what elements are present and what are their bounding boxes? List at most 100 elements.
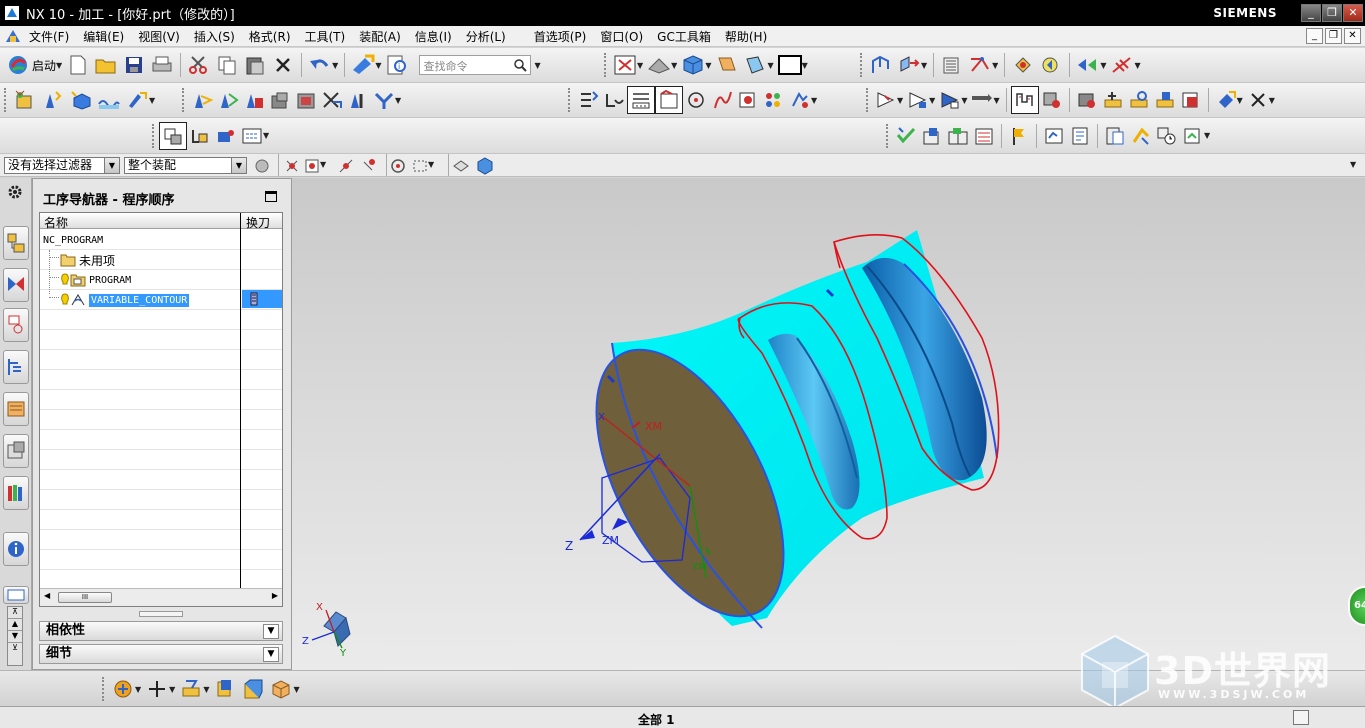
edit-section-icon[interactable] (713, 51, 741, 79)
check-icon[interactable] (893, 122, 919, 150)
create-tool-icon[interactable] (39, 86, 67, 114)
point-icon[interactable] (683, 86, 709, 114)
menu-help[interactable]: 帮助(H) (718, 28, 774, 45)
verify-toolpath-icon[interactable] (267, 86, 293, 114)
output-cls-icon[interactable] (371, 86, 397, 114)
operation-navigator-tab[interactable] (3, 226, 29, 260)
postprocess-icon[interactable] (319, 86, 345, 114)
wcs-dynamics-icon[interactable] (177, 675, 205, 703)
document-icon[interactable] (1067, 122, 1093, 150)
doc-minimize-button[interactable]: _ (1306, 28, 1323, 44)
menu-preferences[interactable]: 首选项(P) (527, 28, 594, 45)
wcs-icon[interactable] (867, 51, 895, 79)
constraint-icon[interactable] (966, 51, 994, 79)
resource-bar-scroller[interactable]: ⊼ ▲ ▼ ⊻ (7, 606, 23, 666)
gauge-icon[interactable] (1041, 122, 1067, 150)
menu-assemblies[interactable]: 装配(A) (352, 28, 408, 45)
chevron-down-icon[interactable]: ▼ (263, 624, 279, 639)
scroll-up-icon[interactable]: ▲ (8, 619, 22, 631)
menu-insert[interactable]: 插入(S) (187, 28, 242, 45)
machine-navigator-tab[interactable] (3, 268, 29, 302)
machining-time-icon[interactable] (1154, 122, 1180, 150)
object-display-icon[interactable] (1039, 86, 1065, 114)
dependencies-panel[interactable]: 相依性 ▼ (39, 621, 283, 641)
filterbar-overflow[interactable]: ▼ (1350, 160, 1356, 169)
paste-object-icon[interactable] (969, 86, 995, 114)
tool-list-icon[interactable] (919, 122, 945, 150)
show-hide-icon[interactable] (1074, 51, 1102, 79)
graphics-window[interactable]: XM X YM ZM Z X Y Z (292, 178, 1365, 670)
orient-view-icon[interactable] (645, 51, 673, 79)
feeds-speeds-icon[interactable] (1100, 86, 1126, 114)
time-edit-icon[interactable] (1128, 122, 1154, 150)
generate-toolpath-icon[interactable] (189, 86, 215, 114)
maximize-panel-button[interactable] (265, 191, 277, 202)
non-cutting-moves-icon[interactable] (1152, 86, 1178, 114)
scroll-down-icon[interactable]: ▼ (8, 631, 22, 643)
workpiece-icon[interactable] (239, 122, 265, 150)
create-program-icon[interactable] (11, 86, 39, 114)
tree-row-program[interactable]: PROGRAM (60, 271, 131, 289)
menu-app-icon[interactable] (4, 28, 22, 44)
select-all-icon[interactable] (390, 158, 406, 174)
selection-mode-icon[interactable] (109, 675, 137, 703)
close-button[interactable]: ✕ (1343, 4, 1363, 22)
menu-view[interactable]: 视图(V) (131, 28, 187, 45)
end-point-icon[interactable] (304, 158, 320, 174)
scroll-right-icon[interactable]: ▶ (272, 591, 278, 600)
tree-row-nc-program[interactable]: NC_PROGRAM (43, 231, 103, 249)
part-navigator-tab[interactable] (3, 350, 29, 384)
tool-path-edit-icon[interactable] (1074, 86, 1100, 114)
cutting-parameters-icon[interactable] (1126, 86, 1152, 114)
menu-gc-toolkits[interactable]: GC工具箱 (650, 28, 718, 45)
flag-icon[interactable] (1006, 122, 1032, 150)
gear-icon[interactable] (7, 184, 23, 200)
roles-tab[interactable] (3, 476, 29, 510)
details-panel[interactable]: 细节 ▼ (39, 644, 283, 664)
minimize-button[interactable]: _ (1301, 4, 1321, 22)
create-geometry-icon[interactable] (67, 86, 95, 114)
menu-window[interactable]: 窗口(O) (593, 28, 650, 45)
fit-view-icon[interactable] (611, 51, 639, 79)
menu-analysis[interactable]: 分析(L) (459, 28, 513, 45)
menu-information[interactable]: 信息(I) (408, 28, 459, 45)
dimension-icon[interactable] (1108, 51, 1136, 79)
scroll-left-icon[interactable]: ◀ (44, 591, 50, 600)
component-filter-icon[interactable] (254, 158, 270, 174)
repeat-command-icon[interactable] (349, 51, 377, 79)
machine-tool-view-icon[interactable] (601, 86, 627, 114)
column-tool-change-header[interactable]: 换刀 (246, 214, 270, 231)
command-finder-icon[interactable]: i (383, 51, 411, 79)
start-button[interactable]: 启动 (32, 57, 56, 74)
open-folder-icon[interactable] (92, 51, 120, 79)
menu-edit[interactable]: 编辑(E) (76, 28, 131, 45)
scope-dropdown[interactable]: 整个装配 ▼ (124, 157, 247, 174)
save-icon[interactable] (120, 51, 148, 79)
assembly-navigator-icon[interactable] (938, 51, 966, 79)
machining-feature-navigator-tab[interactable] (3, 308, 29, 342)
search-command-input[interactable]: 查找命令 (419, 55, 532, 75)
3d-part-model[interactable]: XM X YM ZM Z X Y Z (292, 178, 1365, 670)
delete-icon[interactable] (269, 51, 297, 79)
panel-splitter[interactable] (139, 611, 183, 617)
blank-display-icon[interactable] (211, 675, 239, 703)
blank-icon[interactable] (187, 122, 213, 150)
machining-parameters-icon[interactable] (1213, 86, 1239, 114)
selection-intent-icon[interactable] (1037, 51, 1065, 79)
copy-object-icon[interactable] (937, 86, 963, 114)
shop-docs-icon[interactable] (345, 86, 371, 114)
menu-format[interactable]: 格式(R) (242, 28, 298, 45)
restore-button[interactable]: ❐ (1322, 4, 1342, 22)
background-icon[interactable] (776, 51, 804, 79)
control-point-icon[interactable] (360, 158, 376, 174)
tree-row-unused-items[interactable]: 未用项 (60, 251, 115, 269)
box-wireframe-icon[interactable] (267, 675, 295, 703)
cut-object-icon[interactable] (905, 86, 931, 114)
operation-list-icon[interactable] (945, 122, 971, 150)
tool-database-icon[interactable] (1180, 122, 1206, 150)
mcs-icon[interactable] (213, 122, 239, 150)
type-filter-dropdown[interactable]: 没有选择过滤器 ▼ (4, 157, 120, 174)
start-icon[interactable] (4, 51, 32, 79)
list-toolpath-icon[interactable] (241, 86, 267, 114)
render-style-icon[interactable] (679, 51, 707, 79)
